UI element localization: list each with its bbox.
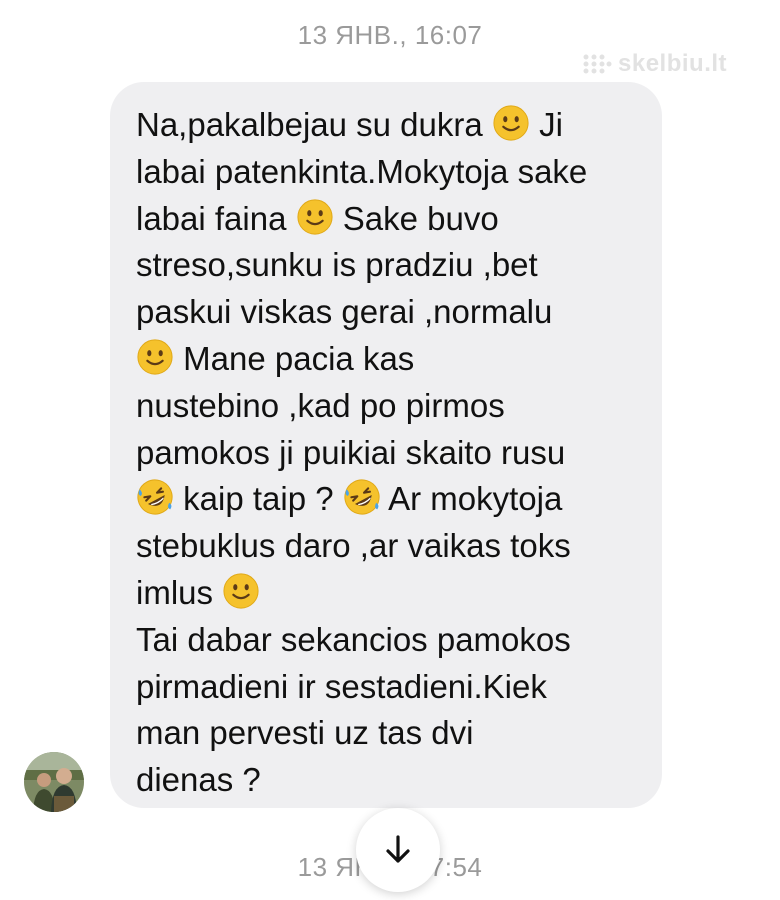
message-line: pamokos ji puikiai skaito rusu bbox=[136, 430, 640, 477]
message-line: dienas ? bbox=[136, 757, 640, 804]
watermark-text: skelbiu.lt bbox=[618, 50, 728, 77]
message-timestamp: 13 ЯНВ., 16:07 bbox=[297, 20, 483, 50]
slightly-smiling-face-icon bbox=[492, 104, 530, 142]
slightly-smiling-face-icon bbox=[222, 572, 260, 610]
message-text-segment: man pervesti uz tas dvi bbox=[136, 714, 474, 752]
message-text-segment: paskui viskas gerai ,normalu bbox=[136, 293, 553, 331]
message-text-segment: imlus bbox=[136, 573, 223, 611]
message-line: nustebino ,kad po pirmos bbox=[136, 383, 640, 430]
slightly-smiling-face-icon bbox=[136, 338, 174, 376]
message-line: man pervesti uz tas dvi bbox=[136, 710, 640, 757]
watermark: skelbiu.lt bbox=[582, 50, 727, 78]
message-text-segment: Ar mokytoja bbox=[380, 480, 563, 518]
arrow-down-icon bbox=[386, 835, 410, 863]
message-text-segment: labai patenkinta.Mokytoja sake bbox=[136, 152, 588, 190]
incoming-message-bubble[interactable]: Na,pakalbejau su dukra Ji labai patenkint… bbox=[110, 82, 662, 808]
watermark-logo-icon bbox=[583, 54, 612, 74]
message-text-segment: Ji bbox=[529, 106, 563, 143]
message-line: stebuklus daro ,ar vaikas toks bbox=[136, 523, 640, 570]
slightly-smiling-face-icon bbox=[296, 198, 334, 236]
message-text-segment: Sake buvo bbox=[333, 199, 499, 237]
message-line: Mane pacia kas bbox=[136, 336, 640, 383]
message-text-segment: pamokos ji puikiai skaito rusu bbox=[136, 433, 566, 471]
message-line: streso,sunku is pradziu ,bet bbox=[136, 242, 640, 289]
message-text-segment: Tai dabar sekancios pamokos bbox=[136, 620, 571, 658]
message-text-segment: Na,pakalbejau su dukra bbox=[136, 106, 492, 143]
message-text-segment: Mane pacia kas bbox=[174, 339, 415, 377]
message-line: Na,pakalbejau su dukra Ji bbox=[136, 102, 640, 149]
rolling-on-floor-laughing-icon bbox=[343, 478, 381, 516]
message-line: Tai dabar sekancios pamokos bbox=[136, 617, 640, 664]
message-line: paskui viskas gerai ,normalu bbox=[136, 289, 640, 336]
message-text-segment: nustebino ,kad po pirmos bbox=[136, 386, 505, 424]
message-text-segment: kaip taip ? bbox=[174, 480, 343, 518]
message-line: kaip taip ? Ar mokytoja bbox=[136, 476, 640, 523]
message-text-segment: pirmadieni ir sestadieni.Kiek bbox=[136, 667, 547, 705]
message-line: imlus bbox=[136, 570, 640, 617]
message-line: labai faina Sake buvo bbox=[136, 196, 640, 243]
scroll-to-bottom-button[interactable] bbox=[356, 808, 440, 892]
message-text-segment: streso,sunku is pradziu ,bet bbox=[136, 246, 538, 284]
message-line: labai patenkinta.Mokytoja sake bbox=[136, 149, 640, 196]
message-line: pirmadieni ir sestadieni.Kiek bbox=[136, 664, 640, 711]
avatar-photo bbox=[24, 752, 84, 812]
rolling-on-floor-laughing-icon bbox=[136, 478, 174, 516]
avatar[interactable] bbox=[24, 752, 84, 812]
message-text-segment: stebuklus daro ,ar vaikas toks bbox=[136, 527, 571, 565]
message-text-segment: dienas ? bbox=[136, 761, 261, 799]
message-text-segment: labai faina bbox=[136, 199, 296, 237]
message-text: Na,pakalbejau su dukra Ji labai patenkint… bbox=[136, 102, 640, 804]
